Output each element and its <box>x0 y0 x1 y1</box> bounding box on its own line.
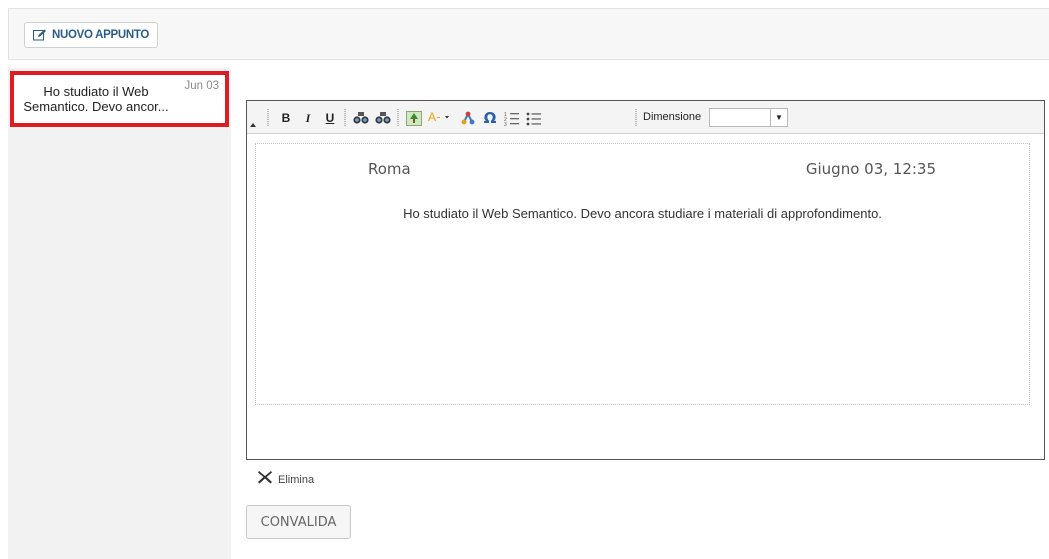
font-size-label: Dimensione <box>643 111 702 123</box>
find-button[interactable] <box>352 109 370 127</box>
numbered-list-icon: 1 2 3 <box>504 111 520 126</box>
edit-icon <box>33 29 47 41</box>
note-body-text: Ho studiato il Web Semantico. Devo ancor… <box>403 206 882 221</box>
font-size-select[interactable]: ▼ <box>709 108 788 127</box>
toolbar-separator <box>344 109 346 126</box>
toolbar-separator <box>635 109 637 126</box>
replace-button[interactable] <box>374 109 392 127</box>
share-link-icon <box>460 110 476 126</box>
chevron-down-icon: ▼ <box>770 109 787 126</box>
special-char-button[interactable]: Ω <box>481 109 499 127</box>
numbered-list-button[interactable]: 1 2 3 <box>503 109 521 127</box>
text-color-icon: A <box>427 111 453 125</box>
binoculars-icon <box>353 111 369 125</box>
close-icon <box>257 470 273 489</box>
insert-image-button[interactable] <box>405 109 423 127</box>
svg-text:3: 3 <box>504 122 507 126</box>
note-list-item[interactable]: Ho studiato il Web Semantico. Devo ancor… <box>10 71 229 127</box>
notes-sidebar: Ho studiato il Web Semantico. Devo ancor… <box>8 68 231 559</box>
note-city: Roma <box>368 160 411 178</box>
note-date: Jun 03 <box>184 80 219 92</box>
image-icon <box>406 110 422 126</box>
toolbar-separator <box>267 109 269 126</box>
bold-button[interactable]: B <box>277 109 295 127</box>
binoculars-icon <box>375 111 391 125</box>
text-color-button[interactable]: A <box>427 109 453 127</box>
editor-content-area[interactable]: Roma Giugno 03, 12:35 Ho studiato il Web… <box>255 143 1030 405</box>
link-button[interactable] <box>459 109 477 127</box>
editor-toolbar: B I U A Ω 1 2 3 Dimensione ▼ <box>247 101 1044 134</box>
bullet-list-button[interactable] <box>525 109 543 127</box>
toolbar-separator <box>397 109 399 126</box>
bullet-list-icon <box>526 111 542 126</box>
delete-label: Elimina <box>278 473 315 486</box>
rich-text-editor[interactable]: B I U A Ω 1 2 3 Dimensione ▼ Roma Giugno… <box>246 100 1045 460</box>
top-toolbar: NUOVO APPUNTO <box>8 8 1049 60</box>
new-note-label: NUOVO APPUNTO <box>52 29 150 41</box>
note-datetime: Giugno 03, 12:35 <box>805 160 936 178</box>
toolbar-collapse-button[interactable] <box>250 123 256 127</box>
note-title: Ho studiato il Web Semantico. Devo ancor… <box>23 84 169 114</box>
validate-button[interactable]: CONVALIDA <box>246 505 351 539</box>
underline-button[interactable]: U <box>321 109 339 127</box>
svg-text:A: A <box>428 111 436 124</box>
new-note-button[interactable]: NUOVO APPUNTO <box>24 22 159 48</box>
delete-button[interactable]: Elimina <box>257 470 314 489</box>
italic-button[interactable]: I <box>299 109 317 127</box>
